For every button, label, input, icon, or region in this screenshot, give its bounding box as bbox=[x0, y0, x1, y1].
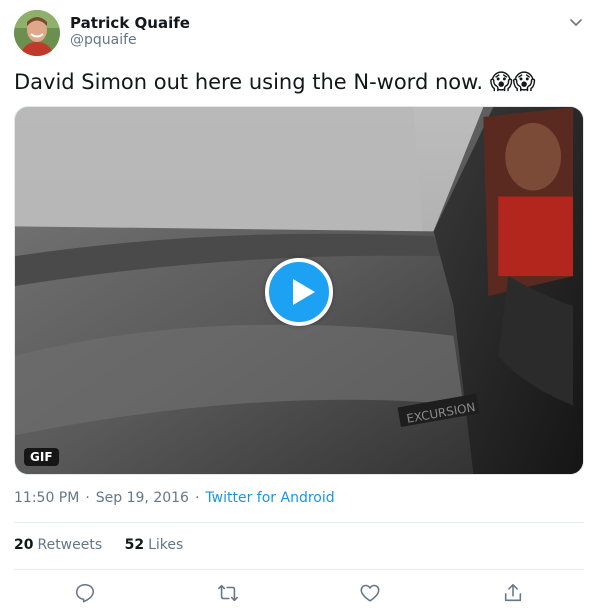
tweet-time[interactable]: 11:50 PM bbox=[14, 490, 79, 506]
heart-icon[interactable] bbox=[357, 580, 383, 606]
tweet-header: Patrick Quaife @pquaife bbox=[14, 10, 586, 58]
tweet-meta: 11:50 PM · Sep 19, 2016 · Twitter for Androi… bbox=[14, 490, 335, 506]
user-handle[interactable]: @pquaife bbox=[70, 32, 137, 48]
retweets-count: 20 bbox=[14, 537, 34, 553]
divider bbox=[14, 569, 584, 570]
avatar[interactable] bbox=[14, 10, 60, 56]
tweet-date[interactable]: Sep 19, 2016 bbox=[96, 490, 189, 506]
meta-separator: · bbox=[85, 490, 90, 506]
retweets-label: Retweets bbox=[37, 537, 103, 553]
likes-count: 52 bbox=[124, 537, 145, 553]
retweets-stat[interactable]: 20 Retweets bbox=[14, 537, 102, 553]
tweet-stats: 20 Retweets 52 Likes bbox=[14, 537, 201, 553]
divider bbox=[14, 522, 584, 523]
likes-label: Likes bbox=[148, 537, 184, 553]
tweet-body: David Simon out here using the N-word no… bbox=[14, 70, 484, 94]
share-icon[interactable] bbox=[500, 580, 526, 606]
gif-badge: GIF bbox=[24, 448, 59, 466]
tweet-actions bbox=[14, 580, 584, 606]
display-name[interactable]: Patrick Quaife bbox=[70, 14, 190, 32]
gif-media[interactable]: EXCURSION GIF bbox=[14, 106, 584, 475]
play-button[interactable] bbox=[265, 258, 333, 326]
meta-separator: · bbox=[194, 490, 200, 506]
retweet-icon[interactable] bbox=[215, 580, 241, 606]
scream-emoji: 😱😱 bbox=[489, 70, 536, 95]
chevron-down-icon[interactable] bbox=[568, 14, 584, 30]
play-icon bbox=[293, 279, 315, 305]
tweet-source-link[interactable]: Twitter for Android bbox=[205, 490, 334, 506]
likes-stat[interactable]: 52 Likes bbox=[125, 537, 184, 553]
reply-icon[interactable] bbox=[72, 580, 98, 606]
tweet-text: David Simon out here using the N-word no… bbox=[14, 68, 536, 97]
